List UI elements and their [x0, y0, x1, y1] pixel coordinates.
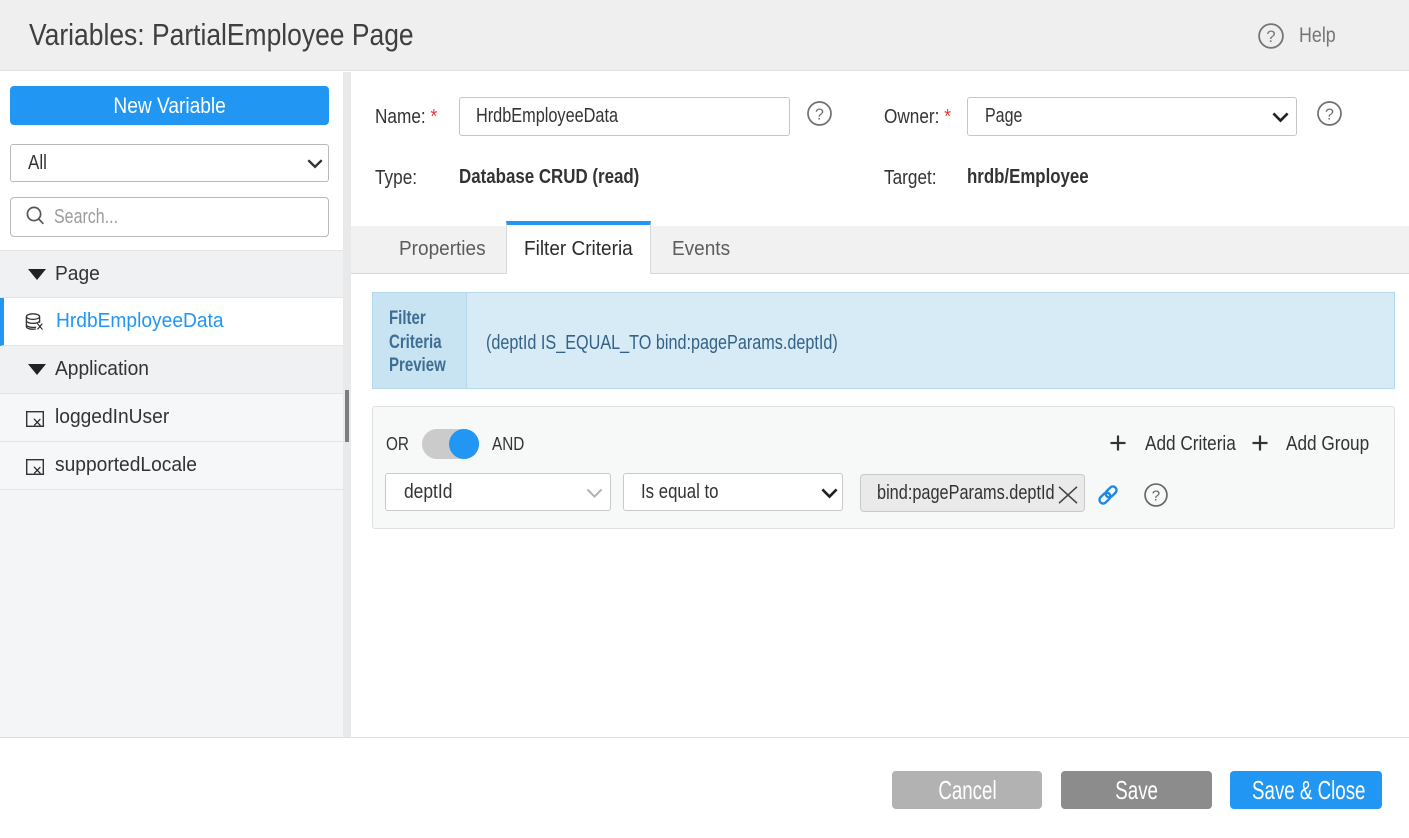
svg-text:?: ? [1266, 28, 1275, 46]
svg-text:?: ? [815, 106, 824, 123]
svg-text:?: ? [1152, 487, 1160, 504]
svg-text:?: ? [1325, 106, 1334, 123]
